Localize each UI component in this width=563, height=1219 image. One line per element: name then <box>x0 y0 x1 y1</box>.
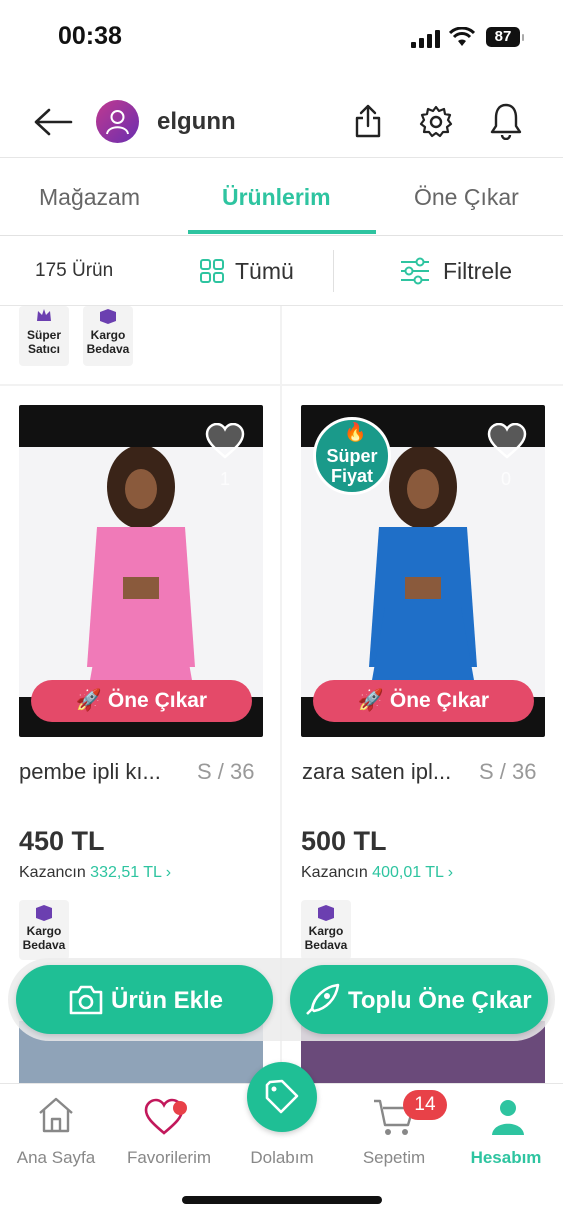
grid-icon <box>200 259 224 283</box>
heart-icon[interactable] <box>487 423 527 459</box>
back-arrow-icon[interactable] <box>33 107 73 137</box>
box-icon <box>100 309 116 324</box>
product-image[interactable]: 1 🚀 Öne Çıkar <box>19 405 263 737</box>
flame-icon: 🔥 <box>344 422 367 442</box>
filter-bar: 175 Ürün Tümü Filtrele <box>0 236 563 306</box>
home-icon[interactable] <box>37 1096 75 1134</box>
user-nav-icon[interactable] <box>490 1098 526 1136</box>
grid-cell-partial[interactable]: Süper Satıcı Kargo Bedava <box>0 306 280 384</box>
rocket-icon: 🚀 <box>357 689 385 712</box>
camera-icon <box>69 985 103 1015</box>
like-count: 1 <box>220 469 231 489</box>
tab-urunlerim[interactable]: Ürünlerim <box>222 184 331 211</box>
free-shipping-badge: Kargo Bedava <box>301 900 351 960</box>
free-shipping-label: Kargo Bedava <box>86 328 130 356</box>
bell-icon[interactable] <box>489 102 523 140</box>
super-seller-label: Süper Satıcı <box>26 328 61 356</box>
status-bar: 00:38 87 <box>0 0 563 80</box>
nav-closet[interactable]: Dolabım <box>227 1148 337 1168</box>
nav-account[interactable]: Hesabım <box>451 1148 561 1168</box>
profile-tabs: Mağazam Ürünlerim Öne Çıkar <box>0 158 563 236</box>
promote-button[interactable]: 🚀 Öne Çıkar <box>313 680 534 722</box>
bulk-promote-button[interactable]: Toplu Öne Çıkar <box>290 965 548 1034</box>
product-price: 450 TL <box>19 826 105 856</box>
grid-cell-partial[interactable] <box>282 306 563 384</box>
product-size: S / 36 <box>479 759 537 784</box>
divider <box>333 250 334 292</box>
super-price-badge: 🔥 Süper Fiyat <box>313 417 391 495</box>
product-image[interactable]: 🔥 Süper Fiyat 0 🚀 Öne Çıkar <box>301 405 545 737</box>
home-indicator <box>182 1196 382 1204</box>
cart-count-badge: 14 <box>403 1090 447 1120</box>
crown-icon <box>37 309 51 321</box>
closet-center-button[interactable] <box>247 1062 317 1132</box>
active-tab-indicator <box>188 230 376 234</box>
view-all-button[interactable]: Tümü <box>235 258 294 285</box>
tab-magazam[interactable]: Mağazam <box>39 184 140 211</box>
tab-one-cikar[interactable]: Öne Çıkar <box>414 184 519 211</box>
promote-label: Öne Çıkar <box>107 689 208 712</box>
nav-home[interactable]: Ana Sayfa <box>1 1148 111 1168</box>
free-shipping-badge: Kargo Bedava <box>19 900 69 960</box>
add-product-button[interactable]: Ürün Ekle <box>16 965 273 1034</box>
gear-icon[interactable] <box>419 105 453 139</box>
user-icon <box>106 110 129 135</box>
heart-icon[interactable] <box>205 423 245 459</box>
box-icon <box>318 905 334 921</box>
earnings-label: Kazancın <box>19 864 86 881</box>
product-count: 175 Ürün <box>35 260 114 281</box>
earnings-link[interactable]: Kazancın 400,01 TL › <box>301 864 453 882</box>
sliders-icon <box>401 257 429 285</box>
free-shipping-label: Kargo Bedava <box>22 924 66 952</box>
product-price: 500 TL <box>301 826 387 856</box>
free-shipping-badge: Kargo Bedava <box>83 306 133 366</box>
earnings-value: 400,01 TL <box>372 864 444 881</box>
heart-nav-icon[interactable] <box>144 1098 188 1136</box>
nav-cart[interactable]: Sepetim <box>339 1148 449 1168</box>
earnings-link[interactable]: Kazancın 332,51 TL › <box>19 864 171 882</box>
avatar[interactable] <box>96 100 139 143</box>
super-price-label: Süper Fiyat <box>326 446 378 486</box>
free-shipping-label: Kargo Bedava <box>304 924 348 952</box>
wifi-icon <box>449 27 475 46</box>
like-count: 0 <box>501 469 512 489</box>
tag-icon <box>265 1079 299 1114</box>
chevron-right-icon: › <box>165 864 172 881</box>
username: elgunn <box>157 108 236 135</box>
share-icon[interactable] <box>354 104 382 138</box>
rocket-icon: 🚀 <box>75 689 103 712</box>
promote-button[interactable]: 🚀 Öne Çıkar <box>31 680 252 722</box>
profile-header: elgunn <box>0 80 563 158</box>
earnings-label: Kazancın <box>301 864 368 881</box>
nav-favorites[interactable]: Favorilerim <box>114 1148 224 1168</box>
bulk-promote-label: Toplu Öne Çıkar <box>348 987 532 1014</box>
add-product-label: Ürün Ekle <box>111 987 224 1014</box>
earnings-value: 332,51 TL <box>90 864 162 881</box>
product-title: zara saten ipl... <box>302 759 452 784</box>
super-seller-badge: Süper Satıcı <box>19 306 69 366</box>
product-size: S / 36 <box>197 759 255 784</box>
battery-icon: 87 <box>486 27 524 47</box>
filter-button[interactable]: Filtrele <box>443 258 512 285</box>
status-time: 00:38 <box>58 22 122 50</box>
chevron-right-icon: › <box>447 864 454 881</box>
box-icon <box>36 905 52 921</box>
rocket-icon <box>306 983 340 1015</box>
promote-label: Öne Çıkar <box>389 689 490 712</box>
signal-icon <box>411 30 440 48</box>
product-title: pembe ipli kı... <box>19 759 161 784</box>
